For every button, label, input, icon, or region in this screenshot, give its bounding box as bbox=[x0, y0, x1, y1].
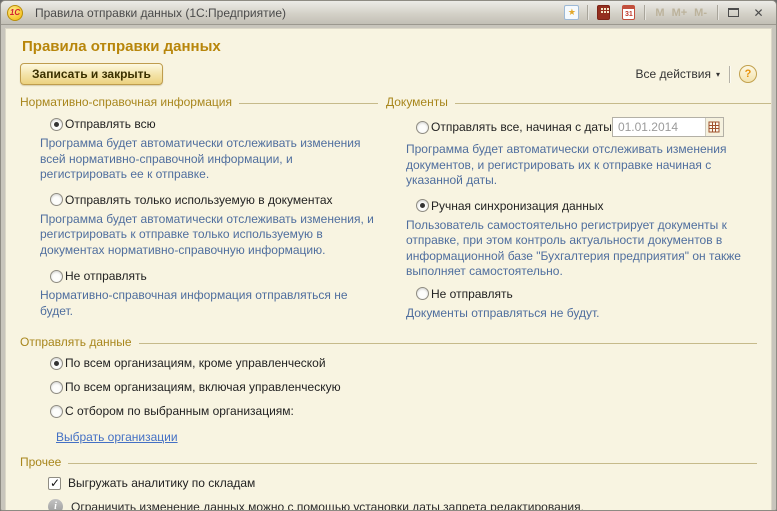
section-documents-header: Документы bbox=[386, 95, 772, 109]
close-icon: ✕ bbox=[753, 6, 763, 20]
section-documents-title: Документы bbox=[386, 95, 448, 109]
option-send-used-nsi[interactable]: Отправлять только используемую в докумен… bbox=[50, 193, 378, 207]
section-send-data-header: Отправлять данные bbox=[20, 335, 757, 349]
titlebar-separator bbox=[587, 5, 588, 20]
option-selected-orgs-filter[interactable]: С отбором по выбранным организациям: bbox=[50, 404, 757, 418]
option-label: С отбором по выбранным организациям: bbox=[65, 404, 294, 418]
section-nsi-title: Нормативно-справочная информация bbox=[20, 95, 232, 109]
info-icon: i bbox=[48, 499, 63, 511]
maximize-icon bbox=[728, 8, 739, 17]
radio-icon[interactable] bbox=[416, 287, 429, 300]
help-button[interactable]: ? bbox=[739, 65, 757, 83]
option-label: Не отправлять bbox=[431, 287, 513, 301]
option-no-send-documents[interactable]: Не отправлять bbox=[416, 287, 772, 301]
info-note: i Ограничить изменение данных можно с по… bbox=[48, 499, 757, 511]
info-text: Ограничить изменение данных можно с помо… bbox=[71, 500, 584, 511]
favorites-button[interactable]: ★ bbox=[562, 3, 581, 22]
option-label: Отправлять всю bbox=[65, 117, 156, 131]
radio-icon[interactable] bbox=[50, 118, 63, 131]
option-all-orgs-including-management[interactable]: По всем организациям, включая управленче… bbox=[50, 380, 757, 394]
radio-icon[interactable] bbox=[50, 193, 63, 206]
close-button[interactable]: ✕ bbox=[749, 3, 768, 22]
memory-add-button: М+ bbox=[672, 7, 688, 19]
option-description: Программа будет автоматически отслеживат… bbox=[40, 136, 374, 183]
save-and-close-button[interactable]: Записать и закрыть bbox=[20, 63, 163, 85]
titlebar-separator bbox=[644, 5, 645, 20]
window-title: Правила отправки данных (1С:Предприятие) bbox=[35, 6, 286, 20]
option-description: Программа будет автоматически отслеживат… bbox=[40, 212, 374, 259]
option-send-all-from-date[interactable]: Отправлять все, начиная с даты bbox=[416, 117, 772, 137]
radio-icon[interactable] bbox=[50, 357, 63, 370]
section-other-header: Прочее bbox=[20, 455, 757, 469]
section-rule bbox=[68, 463, 757, 464]
date-field bbox=[612, 117, 724, 137]
option-label: По всем организациям, включая управленче… bbox=[65, 380, 341, 394]
1c-logo-icon: 1С bbox=[7, 5, 23, 21]
radio-icon[interactable] bbox=[50, 381, 63, 394]
calculator-icon bbox=[597, 5, 610, 20]
titlebar-separator bbox=[717, 5, 718, 20]
option-manual-sync[interactable]: Ручная синхронизация данных bbox=[416, 199, 772, 213]
checkbox-icon[interactable] bbox=[48, 477, 61, 490]
date-input[interactable] bbox=[613, 120, 705, 134]
page-title: Правила отправки данных bbox=[22, 38, 757, 56]
option-all-orgs-except-management[interactable]: По всем организациям, кроме управленческ… bbox=[50, 356, 757, 370]
titlebar[interactable]: 1С Правила отправки данных (1С:Предприят… bbox=[1, 1, 776, 25]
memory-buttons: М М+ М- bbox=[655, 7, 707, 19]
section-other-title: Прочее bbox=[20, 455, 61, 469]
checkbox-label: Выгружать аналитику по складам bbox=[68, 476, 255, 490]
memory-subtract-button: М- bbox=[694, 7, 707, 19]
option-description: Программа будет автоматически отслеживат… bbox=[406, 142, 770, 189]
section-send-data-title: Отправлять данные bbox=[20, 335, 132, 349]
calendar-grid-icon bbox=[708, 121, 720, 133]
window-frame: Правила отправки данных Записать и закры… bbox=[1, 25, 776, 511]
all-actions-label: Все действия bbox=[636, 67, 711, 81]
option-label: Отправлять все, начиная с даты bbox=[431, 120, 612, 134]
section-nsi-header: Нормативно-справочная информация bbox=[20, 95, 378, 109]
radio-icon[interactable] bbox=[50, 405, 63, 418]
radio-icon[interactable] bbox=[416, 199, 429, 212]
section-rule bbox=[139, 343, 757, 344]
calculator-button[interactable] bbox=[594, 3, 613, 22]
calendar-picker-button[interactable] bbox=[705, 118, 723, 136]
app-window: 1С Правила отправки данных (1С:Предприят… bbox=[0, 0, 777, 511]
option-description: Нормативно-справочная информация отправл… bbox=[40, 288, 374, 319]
choose-organizations-link[interactable]: Выбрать организации bbox=[56, 430, 178, 444]
option-label: Ручная синхронизация данных bbox=[431, 199, 604, 213]
option-label: Не отправлять bbox=[65, 269, 147, 283]
chevron-down-icon: ▾ bbox=[716, 70, 720, 79]
calendar-icon: 31 bbox=[622, 5, 635, 20]
toolbar-separator bbox=[729, 66, 730, 83]
form-content: Правила отправки данных Записать и закры… bbox=[5, 28, 772, 511]
section-documents: Документы Отправлять все, начиная с даты bbox=[386, 87, 772, 331]
maximize-button[interactable] bbox=[724, 3, 743, 22]
section-nsi: Нормативно-справочная информация Отправл… bbox=[20, 87, 386, 331]
options-columns: Нормативно-справочная информация Отправл… bbox=[20, 87, 757, 331]
option-send-all-nsi[interactable]: Отправлять всю bbox=[50, 117, 378, 131]
option-no-send-nsi[interactable]: Не отправлять bbox=[50, 269, 378, 283]
memory-recall-button: М bbox=[655, 7, 664, 19]
option-label: По всем организациям, кроме управленческ… bbox=[65, 356, 326, 370]
section-rule bbox=[455, 103, 772, 104]
export-warehouse-analytics-option[interactable]: Выгружать аналитику по складам bbox=[48, 476, 757, 490]
option-label: Отправлять только используемую в докумен… bbox=[65, 193, 333, 207]
section-rule bbox=[239, 103, 378, 104]
option-description: Пользователь самостоятельно регистрирует… bbox=[406, 218, 770, 280]
calendar-button[interactable]: 31 bbox=[619, 3, 638, 22]
toolbar: Записать и закрыть Все действия ▾ ? bbox=[20, 63, 757, 85]
radio-icon[interactable] bbox=[50, 270, 63, 283]
radio-icon[interactable] bbox=[416, 121, 429, 134]
favorites-star-icon: ★ bbox=[564, 5, 579, 20]
all-actions-button[interactable]: Все действия ▾ bbox=[636, 67, 720, 81]
option-description: Документы отправляться не будут. bbox=[406, 306, 770, 322]
